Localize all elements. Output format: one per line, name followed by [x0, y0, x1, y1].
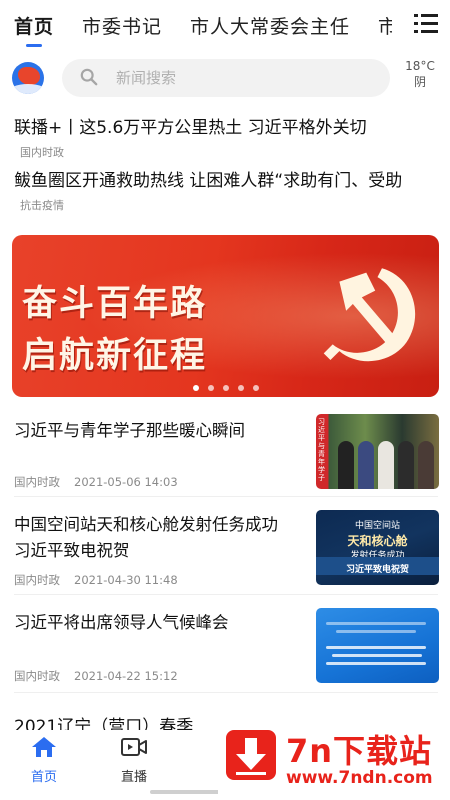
divider: [14, 692, 438, 693]
home-icon: [32, 737, 56, 757]
video-camera-icon: [121, 738, 147, 756]
carousel-dot[interactable]: [252, 385, 259, 391]
news-date: 2021-05-06 14:03: [74, 475, 178, 489]
watermark-title: 7n下载站: [286, 732, 433, 770]
carousel-dot[interactable]: [207, 385, 214, 391]
download-arrow-icon: [226, 730, 276, 780]
nav-live-label: 直播: [120, 770, 147, 785]
hammer-sickle-icon: [323, 268, 416, 362]
carousel-dot[interactable]: [192, 385, 199, 391]
news-thumbnail: 习近平与青年学子: [316, 414, 439, 489]
tab-home[interactable]: 首页: [14, 12, 54, 47]
carousel-dot[interactable]: [237, 385, 244, 391]
tab-party-secretary[interactable]: 市委书记: [82, 12, 162, 39]
tab-npc-director[interactable]: 市人大常委会主任: [190, 12, 350, 39]
thumbnail-side-text: 习近平与青年学子: [318, 418, 325, 482]
news-category: 国内时政: [14, 573, 60, 587]
news-title: 习近平与青年学子那些暖心瞬间: [14, 421, 245, 440]
carousel-indicator: [12, 385, 439, 391]
headline-1[interactable]: 联播+丨这5.6万平方公里热土 习近平格外关切: [14, 113, 444, 138]
news-thumbnail: [316, 608, 439, 683]
weather-condition: 阴: [413, 75, 426, 89]
news-date: 2021-04-30 11:48: [74, 573, 178, 587]
headline-2-tag: 抗击疫情: [20, 199, 64, 212]
search-input[interactable]: [116, 59, 376, 97]
thumbnail-text: 习近平致电祝贺: [345, 565, 409, 575]
divider: [14, 496, 438, 497]
news-date: 2021-04-22 15:12: [74, 669, 178, 683]
news-title: 中国空间站天和核心舱发射任务成功 习近平致电祝贺: [14, 515, 278, 560]
news-title: 习近平将出席领导人气候峰会: [14, 613, 229, 632]
channel-tabs: 首页 市委书记 市人大常委会主任 市: [0, 0, 450, 50]
weather-temp: 18°C: [405, 59, 435, 73]
nav-live[interactable]: 直播: [104, 736, 164, 785]
divider: [14, 594, 438, 595]
thumbnail-text: 天和核心舱: [347, 534, 408, 548]
watermark-url: www.7ndn.com: [286, 768, 433, 788]
news-thumbnail: 中国空间站 天和核心舱 发射任务成功 习近平致电祝贺: [316, 510, 439, 585]
news-meta: 国内时政 2021-04-30 11:48: [14, 572, 178, 588]
watermark-logo: 7n下载站 www.7ndn.com: [218, 722, 443, 794]
tab-truncated[interactable]: 市: [378, 12, 392, 39]
nav-home[interactable]: 首页: [14, 736, 74, 785]
news-meta: 国内时政 2021-05-06 14:03: [14, 474, 178, 490]
app-logo: [12, 62, 44, 94]
headline-2[interactable]: 鲅鱼圈区开通救助热线 让困难人群“求助有门、受助: [14, 166, 444, 191]
news-meta: 国内时政 2021-04-22 15:12: [14, 668, 178, 684]
headline-1-tag: 国内时政: [20, 146, 64, 159]
channel-menu-icon[interactable]: [414, 14, 438, 34]
search-row: 18°C 阴: [0, 56, 450, 100]
carousel-dot[interactable]: [222, 385, 229, 391]
news-category: 国内时政: [14, 475, 60, 489]
weather-widget[interactable]: 18°C 阴: [400, 58, 440, 90]
banner-carousel[interactable]: 奋斗百年路 启航新征程: [12, 235, 439, 397]
thumbnail-text: 中国空间站: [354, 521, 400, 531]
search-icon: [80, 68, 98, 86]
news-category: 国内时政: [14, 669, 60, 683]
banner-line-2: 启航新征程: [22, 336, 208, 376]
banner-line-1: 奋斗百年路: [22, 284, 208, 324]
search-bar[interactable]: [62, 59, 390, 97]
nav-home-label: 首页: [30, 770, 57, 785]
